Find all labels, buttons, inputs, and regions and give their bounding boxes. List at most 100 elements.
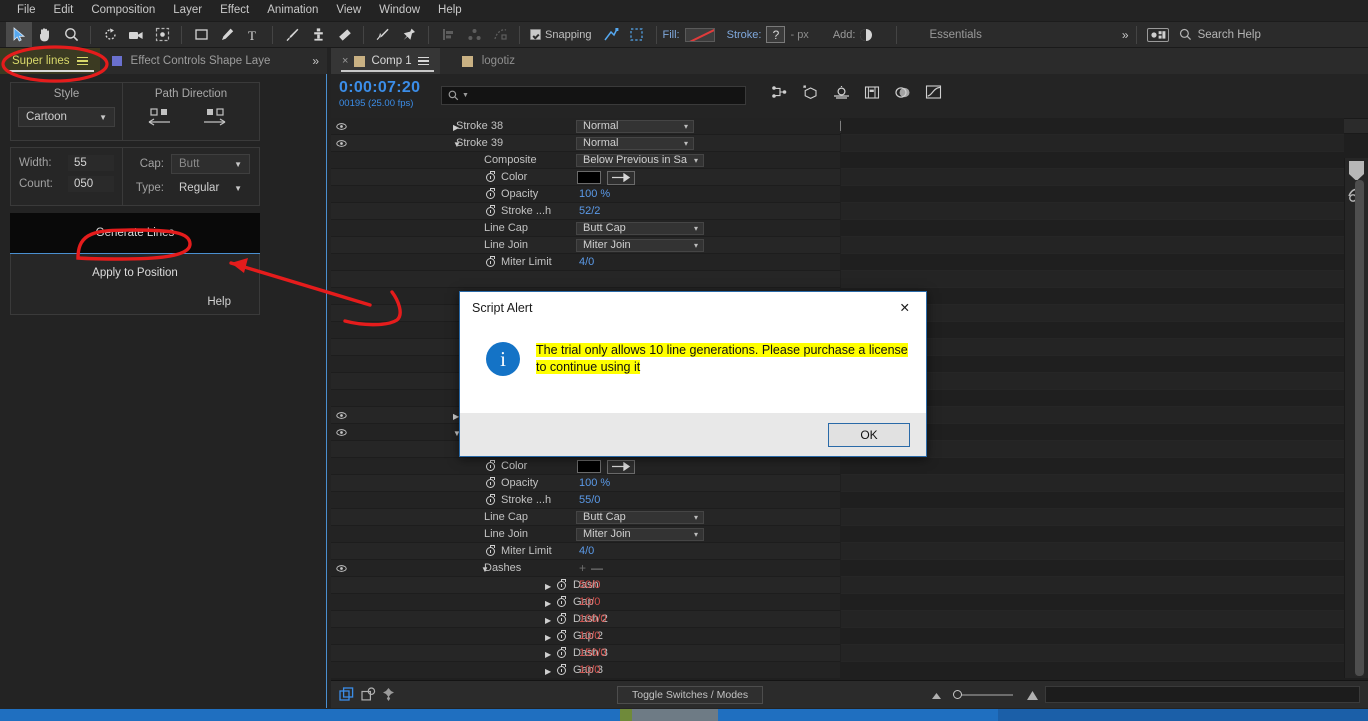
layer-row[interactable]: Composite Below Previous in Sa ▾ [331,152,840,169]
menu-item-edit[interactable]: Edit [45,0,83,21]
stopwatch-icon[interactable] [557,664,566,675]
layer-row[interactable]: ▼ Stroke 39 Normal ▾ [331,135,840,152]
zoom-track[interactable] [955,693,1014,696]
type-select[interactable]: Regular ▼ [171,178,250,198]
mask-feather-icon[interactable] [487,22,513,47]
eye-icon[interactable] [336,121,347,132]
align-left-icon[interactable] [435,22,461,47]
stroke-swatch[interactable]: ? [766,26,786,43]
twirl-right-icon[interactable]: ▶ [545,582,551,591]
menu-item-composition[interactable]: Composition [82,0,164,21]
stopwatch-icon[interactable] [557,613,566,624]
stopwatch-icon[interactable] [557,630,566,641]
eye-icon[interactable] [336,563,347,574]
snap-arrow-icon[interactable] [598,22,624,47]
workspace-name[interactable]: Essentials [929,29,981,41]
property-value[interactable]: 52/2 [579,205,600,217]
timeline-track-row[interactable] [841,577,1344,594]
timeline-track-row[interactable] [841,254,1344,271]
twirl-right-icon[interactable]: ▶ [545,633,551,642]
align-distribute-icon[interactable] [461,22,487,47]
rotation-tool[interactable] [97,22,123,47]
generate-lines-button[interactable]: Generate Lines [10,213,260,254]
layer-row[interactable]: Miter Limit 4/0 [331,543,840,560]
timeline-track-row[interactable] [841,458,1344,475]
add-contrast-icon[interactable] [860,28,873,41]
panel-menu-icon[interactable] [76,56,88,66]
stopwatch-icon[interactable] [557,579,566,590]
close-icon[interactable]: ✕ [894,300,916,317]
layer-row[interactable]: Miter Limit 4/0 [331,254,840,271]
close-icon[interactable]: × [342,55,348,67]
layer-row[interactable]: Line Cap Butt Cap ▾ [331,509,840,526]
ok-button[interactable]: OK [828,422,910,447]
search-help-box[interactable]: Search Help [1179,28,1359,41]
tab-super-lines[interactable]: Super lines [0,48,100,74]
hide-shy-layers-icon[interactable] [361,687,376,702]
frame-blending-icon[interactable] [864,85,880,100]
timeline-track-row[interactable] [841,135,1344,152]
stroke-control[interactable]: Stroke: ? - px [727,26,809,43]
shy-layers-icon[interactable] [894,85,911,100]
property-dropdown[interactable]: Miter Join ▾ [576,527,704,541]
snapping-checkbox[interactable] [530,29,541,40]
stopwatch-icon[interactable] [486,205,495,216]
layer-row[interactable]: ▶ Dash 3 150/0 [331,645,840,662]
layer-row[interactable]: Color [331,169,840,186]
current-timecode[interactable]: 0:00:07:20 00195 (25.00 fps) [339,79,420,109]
property-value[interactable]: 4/0 [579,545,594,557]
layer-row[interactable]: Opacity 100 % [331,186,840,203]
layer-row[interactable] [331,271,840,288]
property-value[interactable]: 100/0 [579,613,607,625]
snap-box-icon[interactable] [624,22,650,47]
eyedropper-icon[interactable] [607,170,635,185]
layer-row[interactable]: Line Join Miter Join ▾ [331,237,840,254]
eraser-tool[interactable] [331,22,357,47]
timeline-track-row[interactable] [841,118,1344,135]
count-input[interactable]: 050 [68,176,114,192]
layer-row[interactable]: ▼ Dashes + — [331,560,840,577]
timeline-track-row[interactable] [841,220,1344,237]
comp-flowchart-icon[interactable] [339,687,354,702]
property-dropdown[interactable]: Butt Cap ▾ [576,510,704,524]
add-control[interactable]: Add: [833,28,873,41]
graph-editor-icon[interactable] [771,85,788,100]
layer-row[interactable]: Opacity 100 % [331,475,840,492]
timeline-track-row[interactable] [841,186,1344,203]
layer-row[interactable]: Line Join Miter Join ▾ [331,526,840,543]
property-value[interactable]: 55/0 [579,494,600,506]
tab-logotiz[interactable]: logotiz [440,48,526,74]
color-swatch[interactable] [577,460,601,473]
menu-item-effect[interactable]: Effect [211,0,258,21]
layer-row[interactable]: ▶ Stroke 38 Normal ▾ [331,118,840,135]
layer-row[interactable]: ▶ Dash 50/0 [331,577,840,594]
search-help-input[interactable]: Search Help [1198,29,1261,41]
property-dropdown[interactable]: Miter Join ▾ [576,238,704,252]
timeline-track-row[interactable] [841,169,1344,186]
comp-marker-icon[interactable] [1348,160,1365,182]
property-dropdown[interactable]: Butt Cap ▾ [576,221,704,235]
layer-row[interactable]: Line Cap Butt Cap ▾ [331,220,840,237]
camera-tool[interactable] [123,22,149,47]
zoom-tool[interactable] [58,22,84,47]
timeline-track-row[interactable] [841,492,1344,509]
scrollbar-thumb[interactable] [1355,180,1364,676]
puppet-pin-tool[interactable] [396,22,422,47]
timeline-vertical-scrollbar[interactable] [1355,180,1364,676]
timeline-track-row[interactable] [841,611,1344,628]
roto-brush-tool[interactable] [370,22,396,47]
twirl-right-icon[interactable]: ▶ [545,616,551,625]
stopwatch-icon[interactable] [486,545,495,556]
stopwatch-icon[interactable] [486,477,495,488]
shape-tool[interactable] [188,22,214,47]
property-value[interactable]: 50/0 [579,579,600,591]
eye-icon[interactable] [336,427,347,438]
layer-row[interactable]: ▶ Gap 2 10/0 [331,628,840,645]
clone-stamp-tool[interactable] [305,22,331,47]
property-value[interactable]: 10/0 [579,630,600,642]
add-dash-icon[interactable]: + [579,562,586,574]
timeline-track-row[interactable] [841,203,1344,220]
stopwatch-icon[interactable] [486,171,495,182]
twirl-right-icon[interactable]: ▶ [545,667,551,676]
menu-item-layer[interactable]: Layer [164,0,211,21]
